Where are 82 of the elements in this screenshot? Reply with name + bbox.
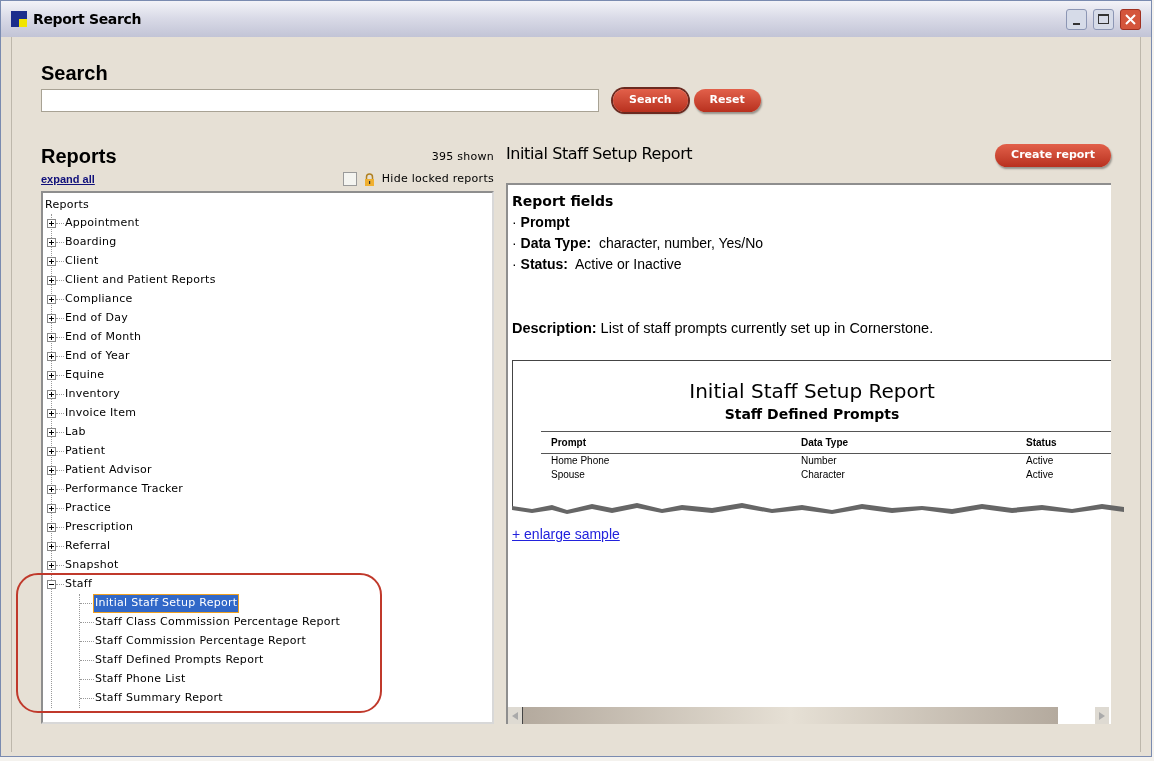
sample-title: Initial Staff Setup Report xyxy=(689,378,935,404)
expand-icon[interactable] xyxy=(47,333,56,342)
window-title: Report Search xyxy=(33,9,142,29)
create-report-button[interactable]: Create report xyxy=(995,144,1111,167)
tree-item[interactable]: Staff Defined Prompts Report xyxy=(94,652,265,669)
tree-item[interactable]: Staff Class Commission Percentage Report xyxy=(94,614,342,631)
reports-heading: Reports xyxy=(41,144,117,169)
sample-column-header: Status xyxy=(1026,435,1058,450)
expand-icon[interactable] xyxy=(47,523,56,532)
sample-cell-text: Home Phone xyxy=(551,453,611,468)
search-heading: Search xyxy=(41,61,108,86)
tree-item[interactable]: Lab xyxy=(64,424,87,441)
report-description: Description: List of staff prompts currently set up in Cornerstone. xyxy=(512,319,934,338)
tree-item[interactable]: Patient Advisor xyxy=(64,462,153,479)
tree-item[interactable]: Appointment xyxy=(64,215,141,232)
search-field[interactable] xyxy=(41,89,599,112)
expand-icon[interactable] xyxy=(47,466,56,475)
sample-cell-text: Active xyxy=(1026,453,1055,468)
tree-item[interactable]: Patient xyxy=(64,443,107,460)
expand-icon[interactable] xyxy=(47,504,56,513)
tree-item[interactable]: Practice xyxy=(64,500,113,517)
report-field: · Data Type: character, number, Yes/No xyxy=(512,233,764,254)
sample-cell-text: Active xyxy=(1026,467,1055,482)
minimize-button[interactable] xyxy=(1066,8,1087,30)
expand-icon[interactable] xyxy=(47,352,56,361)
report-field: · Status: Active or Inactive xyxy=(512,254,682,275)
sample-cell-text: Character xyxy=(801,467,846,482)
sample-column-header: Data Type xyxy=(801,435,850,450)
expand-icon[interactable] xyxy=(47,542,56,551)
close-icon xyxy=(1125,13,1136,25)
tree-item[interactable]: Equine xyxy=(64,367,106,384)
tree-item[interactable]: Compliance xyxy=(64,291,134,308)
enlarge-sample-link[interactable]: + enlarge sample xyxy=(512,523,620,545)
expand-icon[interactable] xyxy=(47,409,56,418)
sample-subtitle: Staff Defined Prompts xyxy=(724,404,900,424)
hide-locked-label: Hide locked reports xyxy=(381,170,494,187)
maximize-button[interactable] xyxy=(1093,8,1114,30)
sample-cell-text: Spouse xyxy=(551,467,586,482)
tree-item[interactable]: Performance Tracker xyxy=(64,481,185,498)
shown-count: 395 shown xyxy=(431,148,494,165)
tree-item[interactable]: Inventory xyxy=(64,386,121,403)
expand-icon[interactable] xyxy=(47,238,56,247)
tree-item[interactable]: Client and Patient Reports xyxy=(64,272,217,289)
tree-item[interactable]: Client xyxy=(64,253,100,270)
expand-icon[interactable] xyxy=(47,447,56,456)
tree-item[interactable]: Prescription xyxy=(64,519,135,536)
report-title: Initial Staff Setup Report xyxy=(506,143,693,165)
tree-item[interactable]: Staff Commission Percentage Report xyxy=(94,633,308,650)
tree-item[interactable]: Staff Phone List xyxy=(94,671,187,688)
report-field: · Prompt xyxy=(512,212,570,233)
expand-icon[interactable] xyxy=(47,257,56,266)
expand-icon[interactable] xyxy=(47,371,56,380)
expand-icon[interactable] xyxy=(47,295,56,304)
expand-icon[interactable] xyxy=(47,485,56,494)
expand-icon[interactable] xyxy=(47,428,56,437)
app-icon xyxy=(11,11,27,27)
tree-item[interactable]: Boarding xyxy=(64,234,118,251)
reset-button[interactable]: Reset xyxy=(693,89,761,112)
report-fields-heading: Report fields xyxy=(512,192,614,211)
tree-item[interactable]: Invoice Item xyxy=(64,405,138,422)
expand-icon[interactable] xyxy=(47,390,56,399)
sample-column-header: Prompt xyxy=(551,435,587,450)
close-button[interactable] xyxy=(1120,8,1141,30)
hide-locked-checkbox[interactable] xyxy=(342,172,357,186)
tree-item[interactable]: Snapshot xyxy=(64,557,120,574)
tree-item[interactable]: Referral xyxy=(64,538,112,555)
tree-item[interactable]: Initial Staff Setup Report xyxy=(94,595,239,612)
tree-item[interactable]: End of Month xyxy=(64,329,143,346)
expand-icon[interactable] xyxy=(47,219,56,228)
expand-all-link[interactable]: expand all xyxy=(41,170,95,188)
tree-item[interactable]: Staff xyxy=(64,576,94,593)
collapse-icon[interactable] xyxy=(47,580,56,589)
expand-icon[interactable] xyxy=(47,314,56,323)
tree-item[interactable]: End of Day xyxy=(64,310,129,327)
tree-item[interactable]: Reports xyxy=(45,196,90,214)
expand-icon[interactable] xyxy=(47,276,56,285)
search-button[interactable]: Search xyxy=(613,89,688,112)
tree-item[interactable]: Staff Summary Report xyxy=(94,690,224,707)
expand-icon[interactable] xyxy=(47,561,56,570)
padlock-icon xyxy=(363,172,375,186)
tree-item[interactable]: End of Year xyxy=(64,348,131,365)
sample-cell-text: Number xyxy=(801,453,838,468)
